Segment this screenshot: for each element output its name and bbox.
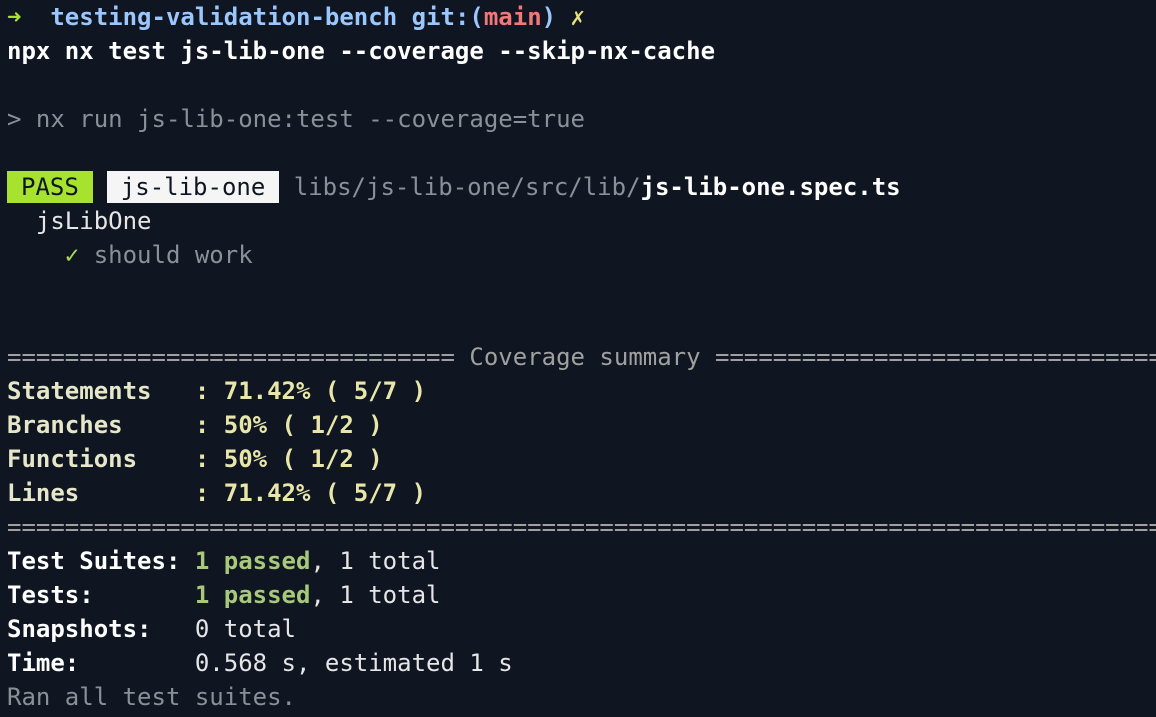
summary-total: , 1 total [310, 547, 441, 575]
project-badge: js-lib-one [106, 171, 280, 203]
summary-tests-line: Tests: 1 passed, 1 total [7, 578, 1156, 612]
summary-passed: 1 passed [194, 581, 311, 609]
coverage-label: Branches [7, 411, 195, 439]
coverage-row: Functions : 50% ( 1/2 ) [7, 442, 1156, 476]
summary-label: Snapshots: [7, 615, 195, 643]
coverage-row: Lines : 71.42% ( 5/7 ) [7, 476, 1156, 510]
coverage-row: Branches : 50% ( 1/2 ) [7, 408, 1156, 442]
summary-suites-line: Test Suites: 1 passed, 1 total [7, 544, 1156, 578]
coverage-footer: ========================================… [7, 513, 1156, 541]
summary-label: Tests: [7, 581, 195, 609]
ran-all-line: Ran all test suites. [7, 683, 296, 711]
describe-name: jsLibOne [35, 207, 152, 235]
coverage-label: Lines [7, 479, 195, 507]
coverage-label: Statements [7, 377, 195, 405]
terminal-window[interactable]: ➜ testing-validation-bench git:(main) ✗ … [0, 0, 1156, 717]
test-case-line: ✓ should work [7, 238, 1156, 272]
test-case-name: should work [93, 241, 253, 269]
summary-time-line: Time: 0.568 s, estimated 1 s [7, 646, 1156, 680]
coverage-row: Statements : 71.42% ( 5/7 ) [7, 374, 1156, 408]
coverage-value: : 50% ( 1/2 ) [194, 445, 383, 473]
coverage-value: : 71.42% ( 5/7 ) [194, 479, 427, 507]
pass-badge: PASS [7, 171, 93, 203]
coverage-header: =============================== Coverage… [7, 343, 1156, 371]
shell-prompt-line: ➜ testing-validation-bench git:(main) ✗ [7, 0, 1156, 34]
summary-passed: 1 passed [194, 547, 311, 575]
coverage-label: Functions [7, 445, 195, 473]
summary-value: 0 total [194, 615, 296, 643]
coverage-value: : 71.42% ( 5/7 ) [194, 377, 427, 405]
command-line: npx nx test js-lib-one --coverage --skip… [7, 37, 716, 65]
summary-label: Test Suites: [7, 547, 195, 575]
spec-file: js-lib-one.spec.ts [640, 173, 901, 201]
test-result-line: PASS js-lib-one libs/js-lib-one/src/lib/j… [7, 170, 1156, 204]
spec-path: libs/js-lib-one/src/lib/ [293, 173, 641, 201]
nx-run-line: > nx run js-lib-one:test --coverage=true [7, 105, 585, 133]
check-icon: ✓ [64, 241, 80, 269]
prompt-directory: testing-validation-bench [50, 3, 398, 31]
prompt-arrow-icon: ➜ [7, 3, 22, 31]
git-branch: main [483, 3, 542, 31]
summary-total: , 1 total [310, 581, 441, 609]
git-suffix: ) [541, 3, 557, 31]
summary-snapshots-line: Snapshots: 0 total [7, 612, 1156, 646]
describe-line: jsLibOne [7, 204, 1156, 238]
dirty-mark-icon: ✗ [570, 3, 585, 31]
coverage-value: : 50% ( 1/2 ) [194, 411, 383, 439]
summary-value: 0.568 s, estimated 1 s [194, 649, 513, 677]
git-prefix: git:( [411, 3, 484, 31]
summary-label: Time: [7, 649, 195, 677]
